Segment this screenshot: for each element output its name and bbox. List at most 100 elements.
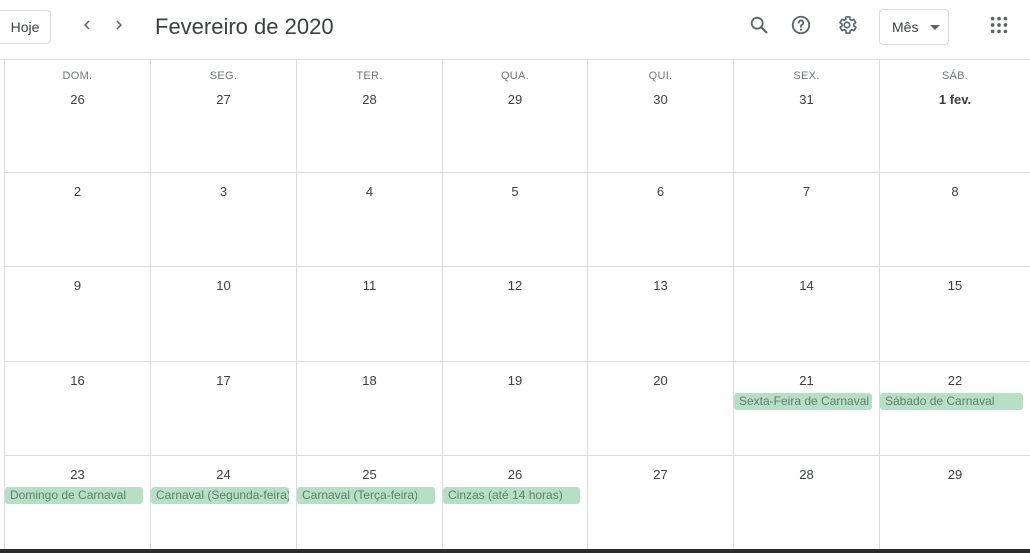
day-number[interactable]: 2: [5, 184, 150, 200]
day-number[interactable]: 8: [880, 184, 1030, 200]
day-number[interactable]: 14: [734, 278, 879, 294]
caret-down-icon: [930, 25, 940, 30]
day-cell[interactable]: 18: [296, 362, 442, 455]
apps-button[interactable]: [983, 11, 1015, 43]
day-cell[interactable]: 17: [150, 362, 296, 455]
day-number[interactable]: 21: [734, 373, 879, 389]
day-number[interactable]: 20: [588, 373, 733, 389]
weekday-label: QUA.: [500, 70, 530, 82]
previous-month-button[interactable]: [72, 12, 102, 42]
day-cell[interactable]: 8: [879, 173, 1030, 266]
today-button[interactable]: Hoje: [0, 10, 51, 44]
day-cell[interactable]: 15: [879, 267, 1030, 361]
view-label: Mês: [892, 19, 919, 35]
day-cell[interactable]: 9: [4, 267, 150, 361]
day-cell[interactable]: 27: [587, 456, 733, 550]
day-cell[interactable]: 5: [442, 173, 587, 266]
day-cell[interactable]: 4: [296, 173, 442, 266]
day-number[interactable]: 26: [5, 92, 150, 108]
day-number[interactable]: 23: [5, 467, 150, 483]
event-chip[interactable]: Cinzas (até 14 horas): [443, 487, 580, 504]
day-cell[interactable]: DOM. 26: [4, 60, 150, 172]
day-cell[interactable]: 29: [879, 456, 1030, 550]
day-number[interactable]: 17: [151, 373, 296, 389]
day-number[interactable]: 25: [297, 467, 442, 483]
day-number[interactable]: 28: [734, 467, 879, 483]
day-number[interactable]: 22: [880, 373, 1030, 389]
day-cell[interactable]: 6: [587, 173, 733, 266]
day-number[interactable]: 11: [297, 278, 442, 294]
day-number[interactable]: 27: [151, 92, 296, 108]
event-chip[interactable]: Carnaval (Segunda-feira): [151, 487, 289, 504]
event-chip[interactable]: Domingo de Carnaval: [5, 487, 143, 504]
day-number[interactable]: 27: [588, 467, 733, 483]
day-number[interactable]: 29: [880, 467, 1030, 483]
day-number[interactable]: 7: [734, 184, 879, 200]
day-cell[interactable]: SEX. 31: [733, 60, 879, 172]
week-row: 2345678: [4, 173, 1030, 267]
day-cell[interactable]: 19: [442, 362, 587, 455]
day-number[interactable]: 12: [443, 278, 587, 294]
day-number[interactable]: 31: [734, 92, 879, 108]
day-cell[interactable]: 7: [733, 173, 879, 266]
day-number[interactable]: 10: [151, 278, 296, 294]
day-number[interactable]: 9: [5, 278, 150, 294]
day-cell[interactable]: 14: [733, 267, 879, 361]
apps-grid-icon: [988, 14, 1010, 41]
week-row: 9 10 11 12 13 14 15: [4, 267, 1030, 362]
day-number[interactable]: 4: [297, 184, 442, 200]
view-selector[interactable]: Mês: [879, 9, 949, 45]
day-cell[interactable]: SÁB. 1 fev.: [879, 60, 1030, 172]
day-number[interactable]: 28: [297, 92, 442, 108]
help-button[interactable]: [785, 11, 817, 43]
month-grid: DOM. 26 SEG. 27 TER. 28 QUA. 29 QUI. 30 SEX. 31 SÁB.…: [4, 60, 1030, 550]
day-number[interactable]: 5: [443, 184, 587, 200]
week-row: 16 17 18 19 20 21 22 Sexta-Feira de Carnaval Sáb…: [4, 362, 1030, 456]
day-cell[interactable]: 28: [733, 456, 879, 550]
day-cell[interactable]: 13: [587, 267, 733, 361]
chevron-left-icon: [78, 16, 96, 39]
gear-icon: [836, 14, 858, 41]
day-cell[interactable]: 11: [296, 267, 442, 361]
event-chip[interactable]: Carnaval (Terça-feira): [297, 487, 435, 504]
day-number[interactable]: 19: [443, 373, 587, 389]
day-number[interactable]: 16: [5, 373, 150, 389]
day-number[interactable]: 6: [588, 184, 733, 200]
day-number[interactable]: 26: [443, 467, 587, 483]
day-cell[interactable]: SEG. 27: [150, 60, 296, 172]
day-cell[interactable]: 20: [587, 362, 733, 455]
day-cell[interactable]: 2: [4, 173, 150, 266]
event-chip[interactable]: Sexta-Feira de Carnaval: [734, 393, 872, 410]
day-number[interactable]: 24: [151, 467, 296, 483]
weekday-label: TER.: [356, 70, 383, 82]
day-number[interactable]: 29: [443, 92, 587, 108]
day-number[interactable]: 3: [151, 184, 296, 200]
week-row: DOM. 26 SEG. 27 TER. 28 QUA. 29 QUI. 30 SEX. 31 SÁB.…: [4, 60, 1030, 173]
help-icon: [790, 14, 812, 41]
day-number[interactable]: 1 fev.: [880, 92, 1030, 108]
day-cell[interactable]: 10: [150, 267, 296, 361]
weekday-label: SEG.: [209, 70, 238, 82]
day-number[interactable]: 15: [880, 278, 1030, 294]
day-cell[interactable]: QUA. 29: [442, 60, 587, 172]
chevron-right-icon: [110, 16, 128, 39]
weekday-label: SEX.: [793, 70, 820, 82]
settings-button[interactable]: [831, 11, 863, 43]
day-cell[interactable]: QUI. 30: [587, 60, 733, 172]
day-number[interactable]: 18: [297, 373, 442, 389]
day-cell[interactable]: 16: [4, 362, 150, 455]
day-cell[interactable]: 12: [442, 267, 587, 361]
search-button[interactable]: [743, 11, 775, 43]
day-cell[interactable]: 3: [150, 173, 296, 266]
weekday-label: DOM.: [62, 70, 93, 82]
day-number[interactable]: 13: [588, 278, 733, 294]
search-icon: [748, 14, 770, 41]
bottom-bar: [0, 549, 1030, 553]
event-chip[interactable]: Sábado de Carnaval: [880, 393, 1023, 410]
week-row: 23 24 25 26 27 28 29 Domingo de Carnaval Carnava…: [4, 456, 1030, 550]
next-month-button[interactable]: [104, 12, 134, 42]
day-number[interactable]: 30: [588, 92, 733, 108]
day-cell[interactable]: TER. 28: [296, 60, 442, 172]
weekday-label: QUI.: [648, 70, 673, 82]
calendar-header: Hoje Fevereiro de 2020 Mês: [0, 0, 1030, 60]
